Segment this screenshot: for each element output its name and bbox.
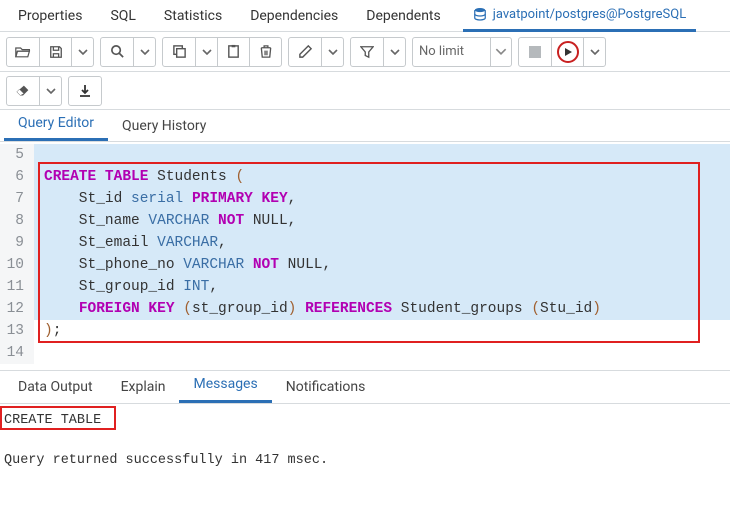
code-line[interactable]: 10 St_phone_no VARCHAR NOT NULL, [0, 254, 730, 276]
line-number: 14 [0, 342, 34, 364]
code-line[interactable]: 12 FOREIGN KEY (st_group_id) REFERENCES … [0, 298, 730, 320]
chevron-down-icon [78, 49, 88, 55]
line-number: 11 [0, 276, 34, 298]
line-number: 6 [0, 166, 34, 188]
filter-button[interactable] [351, 38, 383, 66]
copy-icon [172, 44, 187, 59]
code-line[interactable]: 13); [0, 320, 730, 342]
limit-chevron[interactable] [491, 48, 511, 55]
stop-button[interactable] [519, 38, 551, 66]
code-line[interactable]: 11 St_group_id INT, [0, 276, 730, 298]
tab-notifications[interactable]: Notifications [272, 371, 380, 403]
code-line[interactable]: 7 St_id serial PRIMARY KEY, [0, 188, 730, 210]
paste-icon [226, 44, 241, 59]
tab-explain[interactable]: Explain [107, 371, 180, 403]
tab-query-history[interactable]: Query History [108, 111, 220, 141]
search-icon [110, 44, 125, 59]
code-line[interactable]: 8 St_name VARCHAR NOT NULL, [0, 210, 730, 232]
limit-select[interactable]: No limit [413, 38, 491, 66]
eraser-icon [15, 84, 31, 98]
code-content[interactable]: St_group_id INT, [34, 276, 730, 298]
code-content[interactable]: St_id serial PRIMARY KEY, [34, 188, 730, 210]
folder-open-icon [15, 45, 31, 59]
tab-messages[interactable]: Messages [179, 368, 271, 403]
find-dropdown[interactable] [133, 38, 155, 66]
code-line[interactable]: 5 [0, 144, 730, 166]
copy-button[interactable] [163, 38, 195, 66]
execute-button[interactable] [551, 38, 583, 66]
code-content[interactable]: ); [34, 320, 730, 342]
line-number: 7 [0, 188, 34, 210]
edit-icon [298, 44, 313, 59]
code-content[interactable] [34, 342, 730, 364]
trash-icon [259, 44, 273, 59]
line-number: 13 [0, 320, 34, 342]
execute-dropdown[interactable] [583, 38, 605, 66]
delete-button[interactable] [249, 38, 281, 66]
tab-sql[interactable]: SQL [96, 1, 149, 31]
toolbar-row-1: No limit [0, 32, 730, 72]
filter-icon [360, 45, 374, 59]
message-line-1: CREATE TABLE [4, 410, 726, 432]
tab-dependents[interactable]: Dependents [352, 1, 454, 31]
tab-properties[interactable]: Properties [4, 1, 96, 31]
stop-icon [529, 46, 541, 58]
chevron-down-icon [328, 49, 338, 55]
limit-label: No limit [419, 44, 464, 59]
database-icon [473, 7, 487, 21]
code-content[interactable]: CREATE TABLE Students ( [34, 166, 730, 188]
clear-dropdown[interactable] [39, 77, 61, 105]
filter-dropdown[interactable] [383, 38, 405, 66]
download-icon [78, 84, 92, 98]
tab-dependencies[interactable]: Dependencies [236, 1, 352, 31]
code-content[interactable]: St_name VARCHAR NOT NULL, [34, 210, 730, 232]
line-number: 5 [0, 144, 34, 166]
save-icon [49, 45, 63, 59]
tab-data-output[interactable]: Data Output [4, 371, 107, 403]
edit-button[interactable] [289, 38, 321, 66]
tab-query-editor[interactable]: Query Editor [4, 108, 108, 141]
line-number: 12 [0, 298, 34, 320]
save-dropdown[interactable] [71, 38, 93, 66]
open-button[interactable] [7, 38, 39, 66]
query-editor[interactable]: 5 6CREATE TABLE Students (7 St_id serial… [0, 142, 730, 370]
play-icon [557, 41, 579, 63]
find-button[interactable] [101, 38, 133, 66]
toolbar-row-2 [0, 72, 730, 110]
code-content[interactable] [34, 144, 730, 166]
editor-tabs: Query Editor Query History [0, 110, 730, 142]
paste-button[interactable] [217, 38, 249, 66]
line-number: 10 [0, 254, 34, 276]
edit-dropdown[interactable] [321, 38, 343, 66]
chevron-down-icon [46, 88, 56, 94]
tab-connection[interactable]: javatpoint/postgres@PostgreSQL [463, 0, 696, 32]
save-button[interactable] [39, 38, 71, 66]
code-line[interactable]: 14 [0, 342, 730, 364]
line-number: 8 [0, 210, 34, 232]
chevron-down-icon [495, 48, 507, 55]
chevron-down-icon [590, 49, 600, 55]
output-tabs: Data Output Explain Messages Notificatio… [0, 370, 730, 404]
download-button[interactable] [69, 77, 101, 105]
copy-dropdown[interactable] [195, 38, 217, 66]
code-content[interactable]: St_phone_no VARCHAR NOT NULL, [34, 254, 730, 276]
chevron-down-icon [202, 49, 212, 55]
top-tabs: Properties SQL Statistics Dependencies D… [0, 0, 730, 32]
chevron-down-icon [390, 49, 400, 55]
line-number: 9 [0, 232, 34, 254]
code-line[interactable]: 9 St_email VARCHAR, [0, 232, 730, 254]
code-content[interactable]: St_email VARCHAR, [34, 232, 730, 254]
chevron-down-icon [140, 49, 150, 55]
code-line[interactable]: 6CREATE TABLE Students ( [0, 166, 730, 188]
tab-statistics[interactable]: Statistics [150, 1, 236, 31]
connection-label: javatpoint/postgres@PostgreSQL [493, 7, 686, 22]
messages-panel: CREATE TABLE Query returned successfully… [0, 404, 730, 478]
message-line-2: Query returned successfully in 417 msec. [4, 450, 726, 472]
code-content[interactable]: FOREIGN KEY (st_group_id) REFERENCES Stu… [34, 298, 730, 320]
clear-button[interactable] [7, 77, 39, 105]
